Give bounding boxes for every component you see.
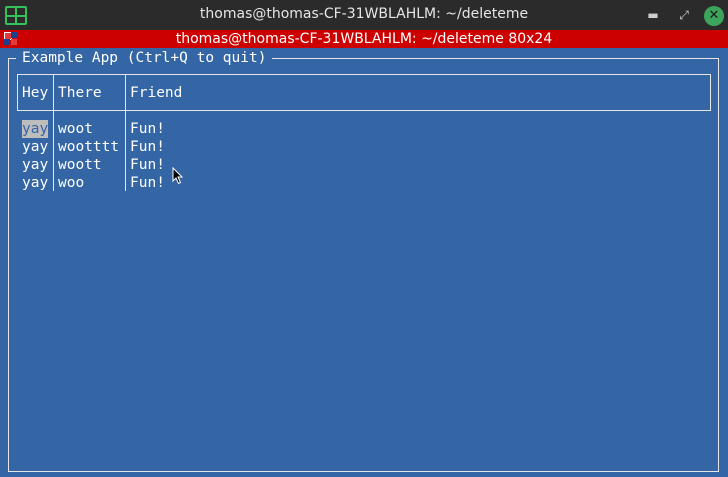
table-header-box <box>17 74 711 110</box>
terminal-titlebar: thomas@thomas-CF-31WBLAHLM: ~/deleteme 8… <box>0 30 728 48</box>
table-header-separator <box>17 110 711 111</box>
table-cell[interactable]: yay <box>22 156 48 174</box>
table-cell-selected[interactable]: yay <box>22 120 49 138</box>
table-cell[interactable]: woot <box>58 120 93 138</box>
table-cell[interactable]: Fun! <box>130 174 165 192</box>
column-header-there[interactable]: There <box>58 84 102 102</box>
outer-window-title: thomas@thomas-CF-31WBLAHLM: ~/deleteme <box>199 6 529 22</box>
table-cell[interactable]: wootttt <box>58 138 119 156</box>
table-cell[interactable]: Fun! <box>130 120 165 138</box>
table-cell[interactable]: Fun! <box>130 156 165 174</box>
column-separator-2 <box>125 74 126 191</box>
column-header-hey[interactable]: Hey <box>22 84 48 102</box>
terminal-title: thomas@thomas-CF-31WBLAHLM: ~/deleteme 8… <box>175 31 553 47</box>
table-cell[interactable]: yay <box>22 174 48 192</box>
table-cell[interactable]: woo <box>58 174 84 192</box>
mouse-pointer-icon <box>172 167 184 185</box>
table-cell[interactable]: Fun! <box>130 138 165 156</box>
minimize-icon[interactable]: ▬ <box>645 7 661 23</box>
table-border-right <box>710 74 711 111</box>
column-header-friend[interactable]: Friend <box>130 84 182 102</box>
app-frame <box>8 58 719 472</box>
table-cell[interactable]: woott <box>58 156 102 174</box>
app-title: Example App (Ctrl+Q to quit) <box>16 49 273 67</box>
column-separator-1 <box>53 74 54 191</box>
table-cell[interactable]: yay <box>22 138 48 156</box>
close-icon[interactable]: ✕ <box>704 6 724 26</box>
maximize-icon[interactable]: ⤢ <box>676 7 692 23</box>
table-border-left <box>17 74 18 111</box>
terminal-screen[interactable]: Example App (Ctrl+Q to quit) Hey There F… <box>0 48 728 477</box>
outer-window-titlebar: thomas@thomas-CF-31WBLAHLM: ~/deleteme ▬… <box>0 0 728 30</box>
